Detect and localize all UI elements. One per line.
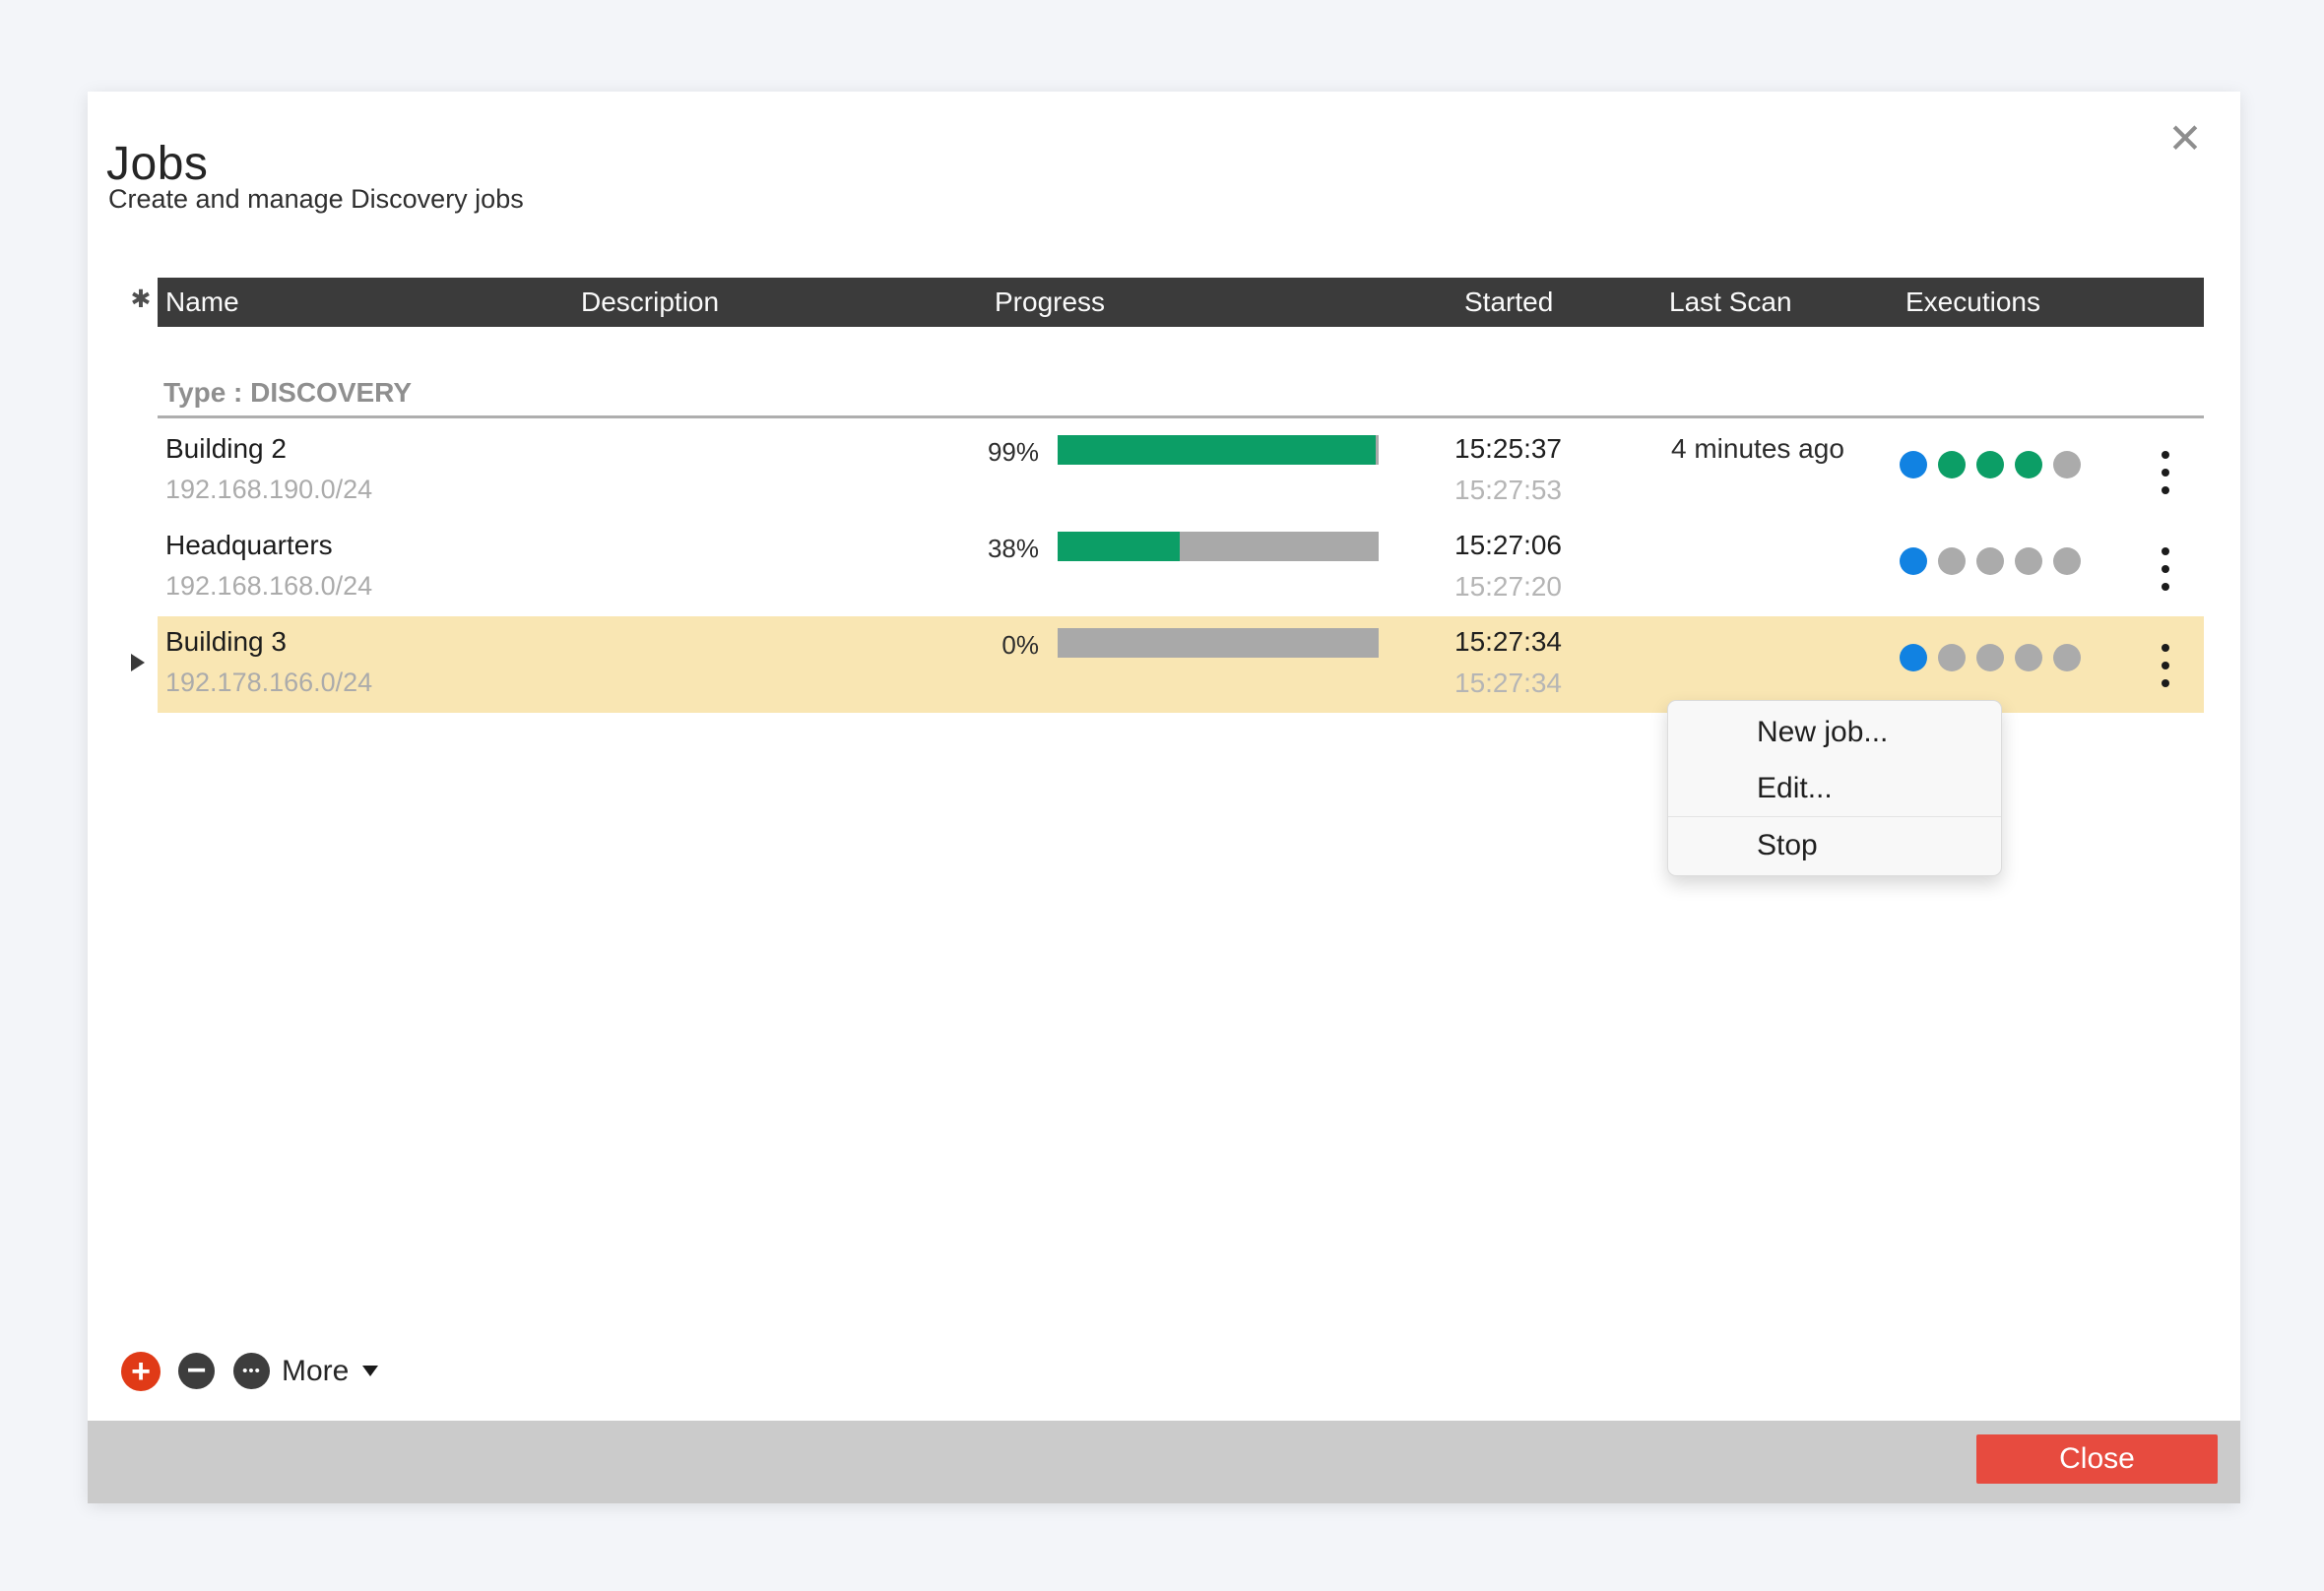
started-time: 15:27:34	[1454, 626, 1562, 658]
ellipsis-icon: •••	[242, 1363, 261, 1379]
execution-dot-gray	[1938, 547, 1966, 575]
job-subnet: 192.168.190.0/24	[165, 475, 372, 505]
progress-percent: 99%	[906, 437, 1039, 468]
page-subtitle: Create and manage Discovery jobs	[108, 184, 524, 215]
kebab-dot	[2162, 662, 2169, 669]
progress-bar	[1058, 435, 1379, 465]
execution-dot-gray	[1938, 644, 1966, 671]
started-time-secondary: 15:27:53	[1454, 475, 1562, 506]
started-time-secondary: 15:27:34	[1454, 668, 1562, 699]
row-menu-kebab-icon[interactable]	[2155, 445, 2176, 500]
execution-dot-gray	[1976, 547, 2004, 575]
column-header-executions[interactable]: Executions	[1905, 278, 2040, 327]
execution-dot-gray	[2053, 547, 2081, 575]
remove-job-button[interactable]: −	[178, 1353, 215, 1389]
last-scan: 4 minutes ago	[1671, 433, 1844, 465]
execution-dot-green	[1938, 451, 1966, 478]
column-header-started[interactable]: Started	[1464, 278, 1553, 327]
kebab-dot	[2162, 644, 2169, 652]
column-header-description[interactable]: Description	[581, 278, 719, 327]
execution-dots	[1900, 547, 2081, 575]
more-actions-button[interactable]: •••	[233, 1353, 270, 1389]
execution-dot-gray	[2053, 451, 2081, 478]
started-time: 15:25:37	[1454, 433, 1562, 465]
kebab-dot	[2162, 583, 2169, 591]
kebab-dot	[2162, 547, 2169, 555]
kebab-dot	[2162, 469, 2169, 477]
menu-item-edit[interactable]: Edit...	[1668, 760, 2001, 816]
close-icon[interactable]: ✕	[2163, 116, 2208, 161]
job-name: Building 3	[165, 626, 287, 658]
progress-percent: 38%	[906, 534, 1039, 564]
column-settings-icon[interactable]: ✱	[127, 286, 155, 313]
progress-bar-fill	[1058, 532, 1180, 561]
row-menu-kebab-icon[interactable]	[2155, 638, 2176, 693]
group-label: Type : DISCOVERY	[163, 377, 412, 409]
job-name: Headquarters	[165, 530, 333, 561]
plus-icon: +	[131, 1354, 151, 1389]
progress-bar-fill	[1058, 435, 1376, 465]
selected-row-marker-icon	[131, 654, 145, 671]
kebab-dot	[2162, 565, 2169, 573]
table-header-row: Name Description Progress Started Last Scan E…	[158, 278, 2204, 327]
menu-item-stop[interactable]: Stop	[1668, 816, 2001, 872]
execution-dot-green	[1976, 451, 2004, 478]
job-subnet: 192.178.166.0/24	[165, 668, 372, 698]
started-time: 15:27:06	[1454, 530, 1562, 561]
minus-icon: −	[187, 1355, 207, 1387]
group-divider	[158, 415, 2204, 418]
kebab-dot	[2162, 451, 2169, 459]
column-header-name[interactable]: Name	[165, 278, 239, 327]
context-menu: New job...Edit...Stop	[1667, 700, 2002, 876]
execution-dot-gray	[2015, 547, 2042, 575]
progress-bar	[1058, 532, 1379, 561]
started-time-secondary: 15:27:20	[1454, 571, 1562, 603]
job-subnet: 192.168.168.0/24	[165, 571, 372, 602]
column-header-last-scan[interactable]: Last Scan	[1669, 278, 1792, 327]
chevron-down-icon[interactable]	[362, 1366, 378, 1376]
table-row[interactable]: Headquarters 192.168.168.0/24 38% 15:27:06 1…	[158, 520, 2204, 616]
execution-dot-blue	[1900, 451, 1927, 478]
menu-item-new-job[interactable]: New job...	[1668, 704, 2001, 760]
execution-dots	[1900, 451, 2081, 478]
dialog-footer-bar: Close	[88, 1421, 2240, 1503]
close-button[interactable]: Close	[1976, 1434, 2218, 1484]
execution-dot-gray	[2053, 644, 2081, 671]
progress-percent: 0%	[906, 630, 1039, 661]
jobs-dialog: Jobs Create and manage Discovery jobs ✕ …	[88, 92, 2240, 1503]
row-menu-kebab-icon[interactable]	[2155, 541, 2176, 597]
table-rows: Building 2 192.168.190.0/24 99% 15:25:37 15:…	[158, 423, 2204, 713]
job-name: Building 2	[165, 433, 287, 465]
progress-bar	[1058, 628, 1379, 658]
execution-dots	[1900, 644, 2081, 671]
page-background: { "dialog": { "title": "Jobs", "subtitle…	[0, 0, 2324, 1591]
execution-dot-gray	[1976, 644, 2004, 671]
table-row[interactable]: Building 3 192.178.166.0/24 0% 15:27:34 15:2…	[158, 616, 2204, 713]
table-row[interactable]: Building 2 192.168.190.0/24 99% 15:25:37 15:…	[158, 423, 2204, 520]
execution-dot-green	[2015, 451, 2042, 478]
more-dropdown-label[interactable]: More	[282, 1355, 349, 1388]
kebab-dot	[2162, 679, 2169, 687]
execution-dot-blue	[1900, 547, 1927, 575]
page-title: Jobs	[106, 137, 208, 191]
kebab-dot	[2162, 486, 2169, 494]
execution-dot-blue	[1900, 644, 1927, 671]
add-job-button[interactable]: +	[121, 1352, 161, 1391]
execution-dot-gray	[2015, 644, 2042, 671]
column-header-progress[interactable]: Progress	[995, 278, 1105, 327]
